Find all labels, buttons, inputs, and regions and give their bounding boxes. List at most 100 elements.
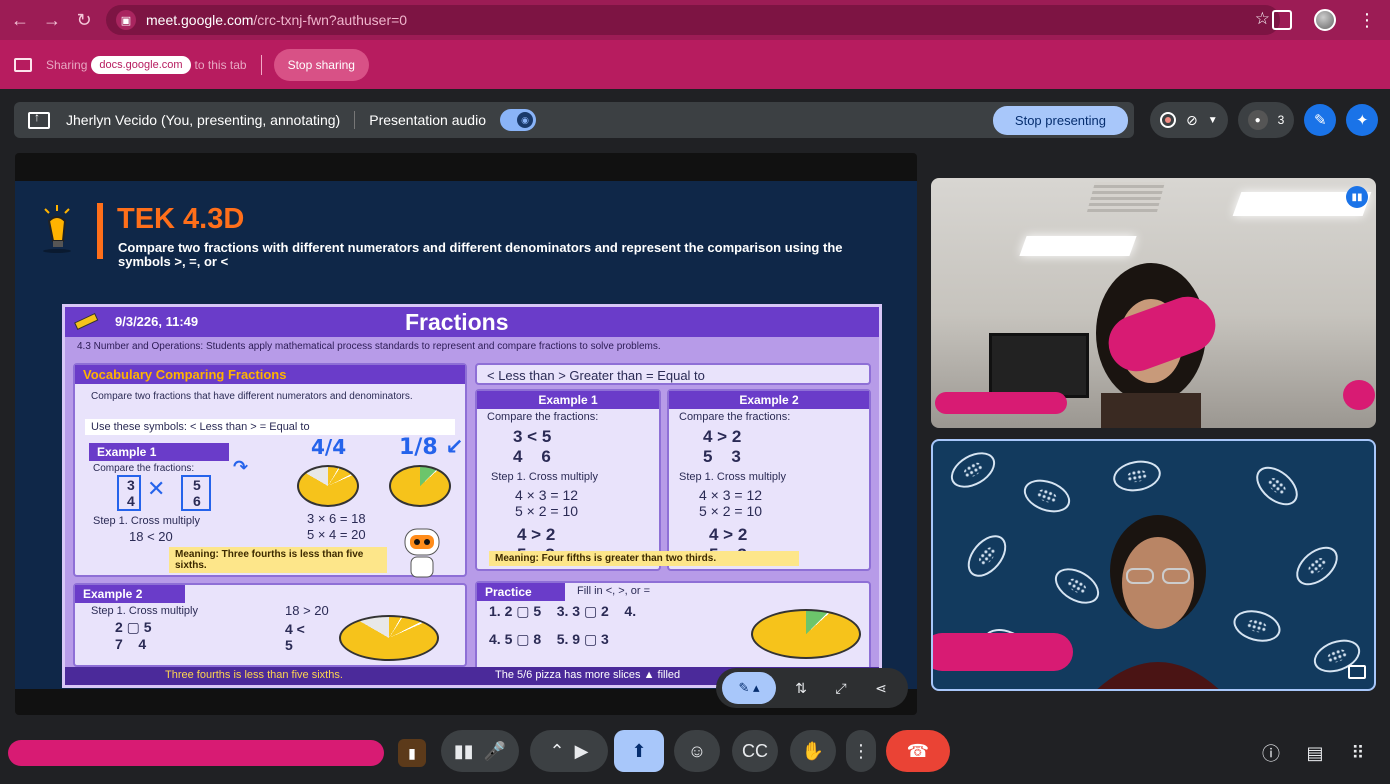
example2-fractions: 2 ▢ 57 4 xyxy=(115,619,152,652)
right-example1-fractions: 3 < 54 6 xyxy=(513,427,552,466)
emoji-button[interactable]: ☺ xyxy=(674,730,720,772)
right-example2-compare: Compare the fractions: xyxy=(679,411,791,423)
right-meaning: Meaning: Four fifths is greater than two… xyxy=(489,551,799,566)
symbol-legend: < Less than > Greater than = Equal to xyxy=(475,363,871,385)
participant-count: 3 xyxy=(1277,113,1285,127)
presenting-bar: Jherlyn Vecido (You, presenting, annotat… xyxy=(14,102,1134,138)
participants-button[interactable]: ● 3 xyxy=(1237,102,1295,138)
chat-icon[interactable]: ▤ xyxy=(1302,740,1328,766)
present-button[interactable]: ⬆ xyxy=(614,730,664,772)
right-example1-calc1: 4 × 3 = 12 xyxy=(515,487,579,503)
vocabulary-text: Compare two fractions that have differen… xyxy=(91,391,413,402)
annotate-pen-button[interactable]: ✎ xyxy=(1304,104,1337,136)
practice-heading: Practice xyxy=(477,583,565,601)
title-accent-bar xyxy=(97,203,103,259)
meeting-top-actions: ⊘ ▼ ● 3 ✎ ✦ xyxy=(1150,102,1379,138)
more-options-button[interactable]: ⋮ xyxy=(846,730,876,772)
room-icon[interactable]: ▮ xyxy=(398,739,426,767)
annotation-toolbar: ✎ ▴ ⇅ ⤢ ⋖ xyxy=(716,668,908,708)
example1-heading: Example 1 xyxy=(89,443,229,461)
reload-icon[interactable]: ↻ xyxy=(68,4,100,36)
footer-right-text: The 5/6 pizza has more slices ▲ filled xyxy=(495,669,681,681)
right-example1-panel: Example 1 Compare the fractions: 3 < 54 … xyxy=(475,389,661,571)
right-example1-calc2: 5 × 2 = 10 xyxy=(515,503,579,519)
sharing-suffix: to this tab xyxy=(194,57,247,72)
annotation-4-4: 4/4 xyxy=(311,435,347,459)
url-text: meet.google.com/crc-txnj-fwn?authuser=0 xyxy=(146,12,407,28)
poster-title: Fractions xyxy=(405,309,509,335)
example2-panel: Example 2 Step 1. Cross multiply 2 ▢ 57 … xyxy=(73,583,467,667)
bookmark-star-icon[interactable]: ☆ xyxy=(1255,9,1270,29)
background-pattern xyxy=(1288,539,1346,593)
meeting-info-icon[interactable]: ⓘ xyxy=(1258,740,1284,766)
presentation-stage: TEK 4.3D Compare two fractions with diff… xyxy=(15,153,917,715)
divider xyxy=(260,54,262,75)
pen-tool-button[interactable]: ✎ ▴ xyxy=(722,672,776,704)
practice-row1: 1. 2 ▢ 5 3. 3 ▢ 2 4. xyxy=(489,603,637,619)
right-example2-calc1: 4 × 3 = 12 xyxy=(699,487,763,503)
example1-calc2: 5 × 4 = 20 xyxy=(307,527,366,542)
privacy-scribble xyxy=(1343,380,1375,410)
example2-comparison: 4 <5 xyxy=(285,621,305,653)
annotation-1-8: 1/8 ↙ xyxy=(399,435,464,460)
back-arrow-icon[interactable]: ← xyxy=(4,4,36,36)
url-path: /crc-txnj-fwn?authuser=0 xyxy=(253,12,408,28)
browser-menu-icon[interactable]: ⋮ xyxy=(1358,10,1376,31)
privacy-scribble xyxy=(935,392,1067,414)
fullscreen-icon[interactable]: ⤢ xyxy=(826,673,856,703)
captions-button[interactable]: CC xyxy=(732,730,778,772)
camera-site-icon[interactable]: ▣ xyxy=(116,10,136,30)
background-pattern xyxy=(1110,457,1164,495)
present-screen-icon xyxy=(28,110,50,129)
camera-button[interactable]: ⌃ ▶ xyxy=(530,730,608,772)
extensions-icon[interactable] xyxy=(1272,10,1292,30)
meeting-name-redacted xyxy=(8,740,384,766)
example1-meaning: Meaning: Three fourths is less than five… xyxy=(169,547,387,573)
background-pattern xyxy=(1248,459,1306,513)
shared-slide: TEK 4.3D Compare two fractions with diff… xyxy=(15,181,917,689)
tab-sharing-bar: Sharing docs.google.com to this tab Stop… xyxy=(0,40,1390,89)
annotation-arrow: ↷ xyxy=(233,457,249,478)
ceiling-light xyxy=(1019,236,1137,256)
pizza-icon xyxy=(751,609,861,659)
activities-grid-icon[interactable]: ⠿ xyxy=(1345,740,1371,766)
example1-result: 18 < 20 xyxy=(129,529,173,544)
picture-in-picture-icon[interactable] xyxy=(1348,665,1366,679)
audio-toggle-knob-icon: ◉ xyxy=(517,112,533,128)
right-example2-fractions: 4 > 25 3 xyxy=(703,427,742,466)
recording-controls[interactable]: ⊘ ▼ xyxy=(1150,102,1228,138)
right-example2-panel: Example 2 Compare the fractions: 4 > 25 … xyxy=(667,389,871,571)
chevron-down-icon[interactable]: ▼ xyxy=(1208,115,1218,126)
background-pattern xyxy=(1229,605,1285,647)
leave-call-button[interactable]: ☎ xyxy=(886,730,950,772)
presenter-label: Jherlyn Vecido (You, presenting, annotat… xyxy=(66,112,341,128)
practice-panel: Practice Fill in <, >, or = 1. 2 ▢ 5 3. … xyxy=(475,581,871,671)
forward-arrow-icon[interactable]: → xyxy=(36,4,68,36)
captions-off-icon[interactable]: ⊘ xyxy=(1186,112,1198,129)
poster-date: 9/3/226, 11:49 xyxy=(115,314,199,329)
url-host: meet.google.com xyxy=(146,12,254,28)
stop-sharing-button[interactable]: Stop sharing xyxy=(273,48,369,81)
raise-hand-button[interactable]: ✋ xyxy=(790,730,836,772)
gemini-sparkle-button[interactable]: ✦ xyxy=(1346,104,1379,136)
self-video xyxy=(1097,515,1219,689)
microphone-button[interactable]: ▮▮ 🎤 xyxy=(441,730,519,772)
right-example2-step: Step 1. Cross multiply xyxy=(679,471,786,483)
swap-icon[interactable]: ⇅ xyxy=(786,673,816,703)
share-icon[interactable]: ⋖ xyxy=(866,673,896,703)
background-pattern xyxy=(1019,473,1075,519)
address-bar[interactable]: ▣ meet.google.com/crc-txnj-fwn?authuser=… xyxy=(106,5,1280,35)
fraction-wheel-sixths xyxy=(389,465,451,507)
background-pattern xyxy=(944,445,1002,495)
record-icon[interactable] xyxy=(1160,112,1176,128)
presentation-audio-toggle[interactable]: ◉ xyxy=(500,109,536,131)
profile-avatar[interactable] xyxy=(1314,9,1336,31)
stop-presenting-button[interactable]: Stop presenting xyxy=(992,106,1128,135)
cast-icon xyxy=(14,57,32,72)
annotation-cross: ✕ xyxy=(147,477,166,502)
participant-tile-self[interactable] xyxy=(931,439,1376,691)
participant-tile-classroom[interactable]: ▮▮ xyxy=(931,178,1376,428)
footer-left-text: Three fourths is less than five sixths. xyxy=(165,669,343,681)
practice-hint: Fill in <, >, or = xyxy=(577,585,651,597)
browser-right-actions: ⋮ xyxy=(1272,0,1390,40)
